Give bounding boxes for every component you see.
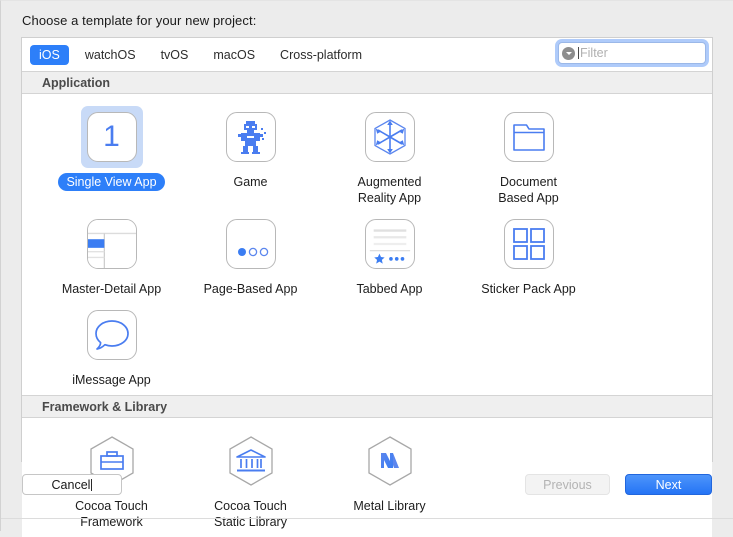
single-view-icon-holder: 1 [80, 106, 143, 168]
numeral-one: 1 [103, 120, 120, 153]
ar-icon-holder [359, 106, 421, 168]
folder-glyph [512, 124, 545, 151]
template-label: Augmented Reality App [357, 175, 422, 205]
next-label: Next [655, 477, 682, 492]
template-single-view-app[interactable]: 1 Single View App [42, 106, 181, 207]
text-cursor [578, 47, 579, 59]
cancel-label: Cancel [51, 477, 91, 492]
grid-four-glyph [512, 228, 545, 260]
single-view-icon: 1 [86, 112, 137, 162]
tab-ios[interactable]: iOS [30, 44, 69, 65]
tabbed-icon-holder [359, 213, 421, 275]
page-based-icon-holder [220, 213, 282, 275]
tabbed-app-icon [364, 219, 415, 269]
template-label: Single View App [58, 173, 165, 191]
game-icon-holder [220, 106, 282, 168]
template-game[interactable]: Game [181, 106, 320, 207]
template-augmented-reality-app[interactable]: Augmented Reality App [320, 106, 459, 207]
template-panel: iOS watchOS tvOS macOS Cross-platform Fi… [21, 37, 713, 537]
template-label: Master-Detail App [61, 282, 162, 296]
ar-cube-glyph [373, 119, 406, 155]
robot-glyph [237, 121, 266, 154]
document-folder-icon [503, 112, 554, 162]
augmented-reality-icon [364, 112, 415, 162]
platform-tab-bar: iOS watchOS tvOS macOS Cross-platform Fi… [22, 38, 712, 71]
metal-icon-holder [359, 430, 421, 492]
filter-dropdown-icon[interactable] [562, 46, 575, 60]
footer-divider [1, 518, 733, 519]
next-button[interactable]: Next [625, 474, 712, 495]
section-header-framework-library: Framework & Library [22, 395, 712, 418]
previous-label: Previous [543, 477, 592, 492]
sticker-pack-icon [503, 219, 554, 269]
speech-bubble-glyph [94, 320, 129, 350]
template-label: Page-Based App [203, 282, 298, 296]
split-view-glyph [87, 220, 136, 268]
template-label: Cocoa Touch Static Library [214, 499, 287, 529]
template-metal-library[interactable]: Metal Library [320, 430, 459, 531]
cancel-button[interactable]: Cancel [22, 474, 122, 495]
template-label: iMessage App [72, 373, 151, 387]
tabbar-glyph [369, 229, 410, 264]
page-dots-glyph [237, 247, 268, 257]
new-project-template-dialog: Choose a template for your new project: … [0, 0, 733, 537]
tab-macos[interactable]: macOS [204, 45, 264, 65]
template-grid-application: 1 Single View App Game Augmented Reality… [22, 106, 712, 395]
page-title: Choose a template for your new project: [22, 13, 257, 28]
imessage-bubble-icon [86, 310, 137, 360]
master-detail-icon [86, 219, 137, 269]
template-cocoa-touch-static-library[interactable]: Cocoa Touch Static Library [181, 430, 320, 531]
template-document-based-app[interactable]: Document Based App [459, 106, 598, 207]
template-label: Sticker Pack App [481, 282, 576, 296]
imessage-icon-holder [81, 304, 143, 366]
template-label: Tabbed App [356, 282, 423, 296]
section-header-application: Application [22, 71, 712, 94]
filter-placeholder: Filter [580, 46, 608, 60]
filter-field[interactable]: Filter [558, 42, 706, 64]
page-based-icon [225, 219, 276, 269]
template-imessage-app[interactable]: iMessage App [42, 304, 181, 389]
template-label: Metal Library [353, 499, 426, 513]
section-body-application: 1 Single View App Game Augmented Reality… [22, 94, 712, 395]
bank-icon-holder [220, 430, 282, 492]
template-label: Document Based App [498, 175, 559, 205]
document-icon-holder [498, 106, 560, 168]
bank-hex-icon [228, 436, 273, 486]
tab-watchos[interactable]: watchOS [76, 45, 145, 65]
template-label: Game [233, 175, 268, 189]
game-robot-icon [225, 112, 276, 162]
template-page-based-app[interactable]: Page-Based App [181, 213, 320, 298]
tab-cross-platform[interactable]: Cross-platform [271, 45, 371, 65]
text-cursor [91, 478, 93, 491]
master-detail-icon-holder [81, 213, 143, 275]
template-sticker-pack-app[interactable]: Sticker Pack App [459, 213, 598, 298]
previous-button[interactable]: Previous [525, 474, 610, 495]
template-tabbed-app[interactable]: Tabbed App [320, 213, 459, 298]
template-label: Cocoa Touch Framework [75, 499, 148, 529]
tab-tvos[interactable]: tvOS [152, 45, 198, 65]
sticker-pack-icon-holder [498, 213, 560, 275]
metal-hex-icon [367, 436, 412, 486]
template-master-detail-app[interactable]: Master-Detail App [42, 213, 181, 298]
